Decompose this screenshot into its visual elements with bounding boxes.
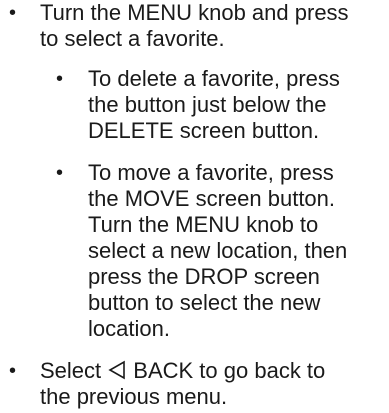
list-item-text: Select BACK to go back to the previous m… [40,358,325,410]
text-line: location. [88,316,170,341]
text-line: the previous menu. [40,384,228,409]
sub-list-item: • To move a favorite, press the MOVE scr… [0,160,389,344]
text-line: To move a favorite, press [88,160,334,185]
text-line: to select a favorite. [40,26,225,51]
text-line: press the DROP screen [88,264,320,289]
sub-list-item: • To delete a favorite, press the button… [0,66,389,146]
text-line: Select BACK to go back to [40,358,325,384]
sub-list-item-text: To delete a favorite, press the button j… [88,66,340,144]
text-line: DELETE screen button. [88,118,320,143]
instruction-list: • Turn the MENU knob and press to select… [0,0,389,413]
text-line: button to select the new [88,290,321,315]
text-line: Turn the MENU knob to [88,212,319,237]
sub-list-item-text: To move a favorite, press the MOVE scree… [88,160,347,342]
text-line: Turn the MENU knob and press [40,0,349,25]
bullet: • [9,2,17,24]
back-instruction: BACK to go back to [133,358,326,383]
text-line: the MOVE screen button. [88,186,336,211]
bullet: • [56,68,64,90]
back-triangle-icon [108,360,126,380]
text-line: select a new location, then [88,238,348,263]
bullet: • [9,360,17,382]
text-line: the button just below the [88,92,327,117]
list-item-text: Turn the MENU knob and press to select a… [40,0,349,52]
select-word: Select [40,358,102,383]
list-item: • Turn the MENU knob and press to select… [0,0,389,54]
bullet: • [56,162,64,184]
text-line: To delete a favorite, press [88,66,340,91]
list-item: • Select BACK to go back to the previous… [0,358,389,412]
